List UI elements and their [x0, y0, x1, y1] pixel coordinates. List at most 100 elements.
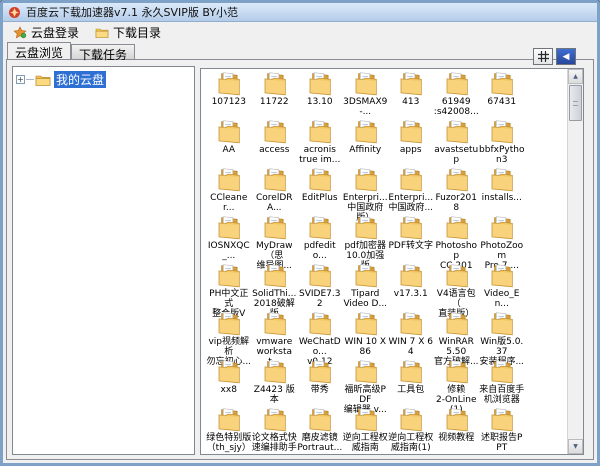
scroll-up-button[interactable]: ▲ [568, 69, 583, 84]
folder-label: WIN 7 X 64 [388, 337, 434, 357]
cloud-login-button[interactable]: 云盘登录 [13, 24, 79, 41]
folder-item[interactable]: 逆向工程权 威指南(1) [388, 407, 434, 454]
folder-icon [351, 263, 380, 289]
folder-item[interactable]: Tipard Video D... [343, 263, 389, 311]
tree-expander-icon[interactable]: + [16, 75, 25, 84]
tab-cloud-browse[interactable]: 云盘浏览 [7, 42, 71, 59]
folder-icon [214, 311, 243, 337]
scroll-down-button[interactable]: ▼ [568, 439, 583, 454]
tree-row-root[interactable]: + 我的云盘 [13, 67, 194, 92]
folder-item[interactable]: 工具包 [388, 359, 434, 407]
folder-icon [305, 167, 334, 193]
folder-item[interactable]: vmware workstat... [252, 311, 298, 359]
folder-icon [305, 215, 334, 241]
folder-icon [214, 71, 243, 97]
folder-label: 67431 [487, 97, 516, 107]
folder-item[interactable]: pdfedito... [297, 215, 343, 263]
folder-item[interactable]: 视频教程 [434, 407, 480, 454]
folder-item[interactable]: pdf加密器 10.0加强版 [343, 215, 389, 263]
folder-item[interactable]: WIN 10 X86 [343, 311, 389, 359]
folder-icon [260, 263, 289, 289]
grid-view-button[interactable] [533, 48, 553, 65]
app-icon [8, 6, 21, 19]
folder-label: Enterpri... 中国政府... [388, 193, 433, 213]
folder-item[interactable]: SolidThi... 2018破解版 [252, 263, 298, 311]
folder-item[interactable]: 述职报告PPT [479, 407, 525, 454]
folder-item[interactable]: apps [388, 119, 434, 167]
collapse-left-button[interactable]: ◀ [556, 48, 576, 65]
folder-item[interactable]: PhotoZoom Pro 7 ... [479, 215, 525, 263]
folder-label: WIN 10 X86 [343, 337, 389, 357]
folder-item[interactable]: 11722 [252, 71, 298, 119]
folder-item[interactable]: 13.10 [297, 71, 343, 119]
folder-item[interactable]: 带秀 [297, 359, 343, 407]
folder-icon [442, 359, 471, 385]
folder-item[interactable]: Video_En... [479, 263, 525, 311]
folder-item[interactable]: access [252, 119, 298, 167]
folder-label: 107123 [212, 97, 246, 107]
folder-item[interactable]: AA [206, 119, 252, 167]
folder-item[interactable]: 413 [388, 71, 434, 119]
folder-item[interactable]: acronis true im... [297, 119, 343, 167]
folder-item[interactable]: 3DSMAX9-... [343, 71, 389, 119]
folder-icon [396, 359, 425, 385]
folder-item[interactable]: CCleaner... [206, 167, 252, 215]
vertical-scrollbar[interactable]: ▲ ▼ [567, 69, 583, 454]
download-dir-button[interactable]: 下载目录 [95, 24, 161, 41]
folder-item[interactable]: 福昕高级PDF 编辑器 v... [343, 359, 389, 407]
folder-icon [351, 167, 380, 193]
folder-item[interactable]: Win版5.0.37 安装程序... [479, 311, 525, 359]
folder-icon [487, 407, 516, 433]
folder-item[interactable]: 修赖 2-OnLine(1) [434, 359, 480, 407]
folder-icon [351, 215, 380, 241]
folder-item[interactable]: WinRAR 5.50 官方破解... [434, 311, 480, 359]
folder-item[interactable]: Photoshop CC 2017.... [434, 215, 480, 263]
folder-item[interactable]: MyDraw（思 维导图... [252, 215, 298, 263]
folder-item[interactable]: 来自百度手 机浏览器 [479, 359, 525, 407]
folder-item[interactable]: bbfxPython3 [479, 119, 525, 167]
folder-label: 13.10 [307, 97, 333, 107]
folder-item[interactable]: Affinity [343, 119, 389, 167]
folder-label: xx8 [221, 385, 237, 395]
folder-item[interactable]: 逆向工程权 威指南 [343, 407, 389, 454]
folder-item[interactable]: 绿色特别版 （th_sjy） [206, 407, 252, 454]
folder-item[interactable]: WIN 7 X 64 [388, 311, 434, 359]
folder-item[interactable]: PDF转文字 [388, 215, 434, 263]
folder-item[interactable]: v17.3.1 [388, 263, 434, 311]
folder-item[interactable]: installs... [479, 167, 525, 215]
folder-icon [351, 71, 380, 97]
folder-item[interactable]: avastsetup [434, 119, 480, 167]
folder-item[interactable]: 67431 [479, 71, 525, 119]
folder-icon [442, 167, 471, 193]
tree-item-my-cloud[interactable]: 我的云盘 [54, 71, 106, 88]
folder-item[interactable]: SVIDE7.32 [297, 263, 343, 311]
folder-item[interactable]: PH中文正式 整合版Ve... [206, 263, 252, 311]
folder-icon [396, 71, 425, 97]
folder-item[interactable]: WeChatDo... v0.12 [297, 311, 343, 359]
folder-label: 带秀 [311, 385, 329, 395]
folder-icon [260, 311, 289, 337]
folder-item[interactable]: vip视频解析 勿忘初心... [206, 311, 252, 359]
folder-item[interactable]: Enterpri... 中国政府版） [343, 167, 389, 215]
folder-icon [442, 215, 471, 241]
folder-item[interactable]: Z4423 版本 [252, 359, 298, 407]
tab-download-tasks[interactable]: 下载任务 [71, 44, 135, 59]
folder-icon [396, 311, 425, 337]
folder-icon [442, 311, 471, 337]
folder-item[interactable]: Fuzor2018 [434, 167, 480, 215]
folder-item[interactable]: 107123 [206, 71, 252, 119]
folder-item[interactable]: V4语言包（ 直装版） [434, 263, 480, 311]
scrollbar-thumb[interactable] [569, 85, 582, 121]
folder-item[interactable]: IOSNXQC_... [206, 215, 252, 263]
folder-item[interactable]: Enterpri... 中国政府... [388, 167, 434, 215]
folder-item[interactable]: EditPlus [297, 167, 343, 215]
folder-item[interactable]: 论文格式快 速编排助手 [252, 407, 298, 454]
grid-view-icon [538, 51, 549, 62]
folder-item[interactable]: CorelDRA... [252, 167, 298, 215]
folder-label: 工具包 [397, 385, 424, 395]
folder-item[interactable]: 磨皮滤镜 Portraut... [297, 407, 343, 454]
folder-icon [442, 119, 471, 145]
folder-item[interactable]: xx8 [206, 359, 252, 407]
folder-item[interactable]: 61949 :s42008... [434, 71, 480, 119]
folder-icon [260, 167, 289, 193]
